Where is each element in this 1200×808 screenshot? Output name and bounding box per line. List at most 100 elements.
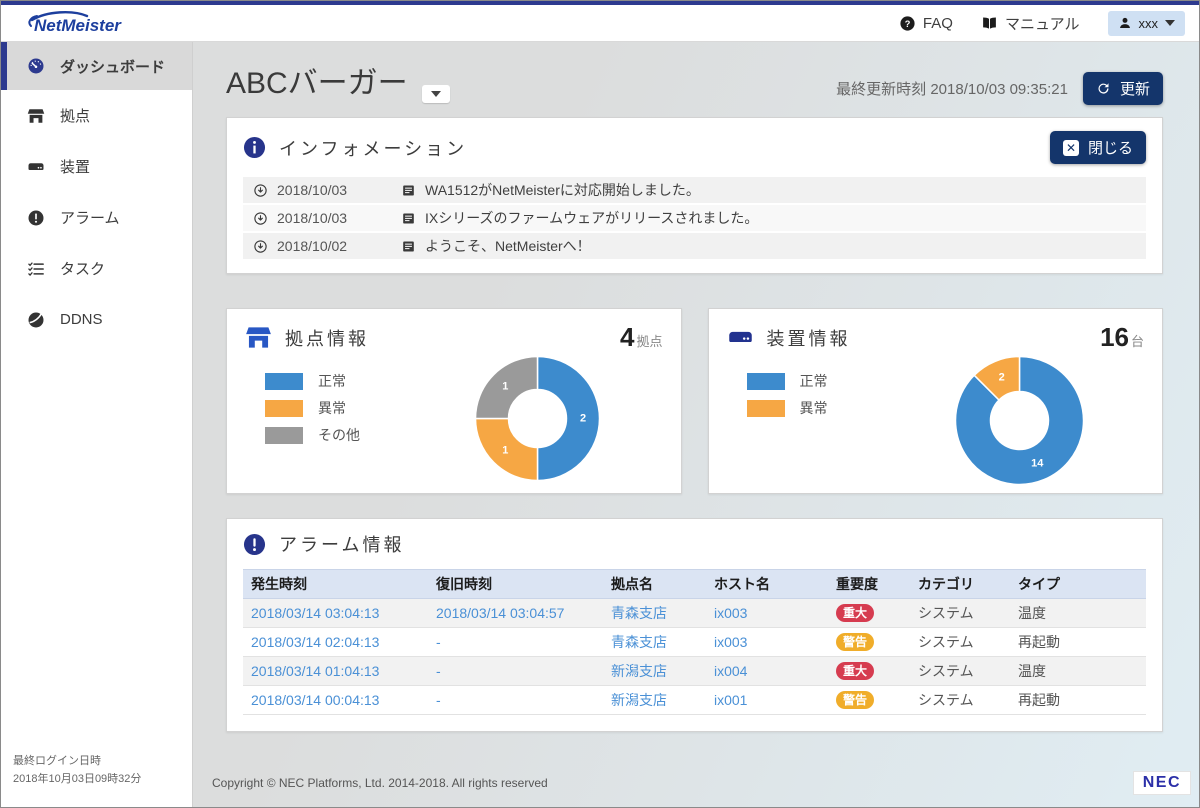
faq-label: FAQ	[923, 15, 953, 32]
manual-label: マニュアル	[1005, 13, 1080, 34]
legend-swatch	[265, 400, 303, 417]
host-name-link[interactable]: ix003	[714, 605, 747, 621]
alarm-title: アラーム情報	[279, 531, 404, 557]
device-icon	[27, 158, 45, 176]
memo-icon	[401, 239, 416, 254]
legend-item: 異常	[747, 398, 895, 418]
sidebar-item-label: アラーム	[60, 207, 120, 228]
last-update-label: 最終更新時刻	[836, 81, 926, 98]
occurred-time-link[interactable]: 2018/03/14 03:04:13	[251, 605, 379, 621]
occurred-time-link[interactable]: 2018/03/14 01:04:13	[251, 663, 379, 679]
alarm-cell: 2018/03/14 03:04:13	[243, 599, 428, 628]
recovered-time-link[interactable]: -	[436, 663, 441, 679]
sidebar-item-ダッシュボード[interactable]: ダッシュボード	[1, 42, 192, 90]
logo-text: NetMeister	[34, 16, 122, 35]
severity-badge: 警告	[836, 691, 874, 709]
book-icon	[981, 15, 998, 32]
manual-link[interactable]: マニュアル	[981, 13, 1080, 34]
sidebar-item-装置[interactable]: 装置	[1, 141, 192, 192]
close-label: 閉じる	[1088, 137, 1133, 158]
recovered-time-link[interactable]: 2018/03/14 03:04:57	[436, 605, 564, 621]
occurred-time-link[interactable]: 2018/03/14 00:04:13	[251, 692, 379, 708]
site-name-link[interactable]: 青森支店	[611, 605, 667, 621]
sidebar-item-DDNS[interactable]: DDNS	[1, 294, 192, 345]
alarm-cell: -	[428, 657, 603, 686]
sidebar-item-label: 装置	[60, 156, 90, 177]
recovered-time-link[interactable]: -	[436, 634, 441, 650]
alarm-cell: 2018/03/14 01:04:13	[243, 657, 428, 686]
host-name-link[interactable]: ix001	[714, 692, 747, 708]
information-title: インフォメーション	[279, 135, 467, 161]
nec-logo: NEC	[1133, 771, 1191, 795]
site-name-link[interactable]: 青森支店	[611, 634, 667, 650]
donut-value-label: 1	[503, 380, 509, 392]
close-information-button[interactable]: ✕ 閉じる	[1050, 131, 1146, 164]
severity-badge: 警告	[836, 633, 874, 651]
device-icon	[727, 324, 754, 351]
legend-item: その他	[265, 425, 413, 445]
information-item: 2018/10/03WA1512がNetMeisterに対応開始しました。	[243, 177, 1146, 203]
refresh-button[interactable]: 更新	[1083, 72, 1163, 105]
store-icon	[27, 107, 45, 125]
total-count-unit: 拠点	[636, 331, 662, 350]
legend-label: その他	[318, 425, 360, 445]
memo-icon	[401, 183, 416, 198]
netmeister-logo[interactable]: NetMeister	[25, 10, 175, 37]
alarm-cell: 重大	[828, 657, 910, 686]
release-circle-icon	[253, 183, 268, 198]
close-icon: ✕	[1063, 140, 1079, 156]
alarm-cell: -	[428, 686, 603, 715]
total-count-value: 4	[620, 322, 634, 353]
donut-value-label: 2	[998, 372, 1004, 384]
user-icon	[1118, 16, 1132, 30]
alarm-cell: システム	[910, 599, 1010, 628]
alarm-cell: 温度	[1010, 599, 1146, 628]
refresh-label: 更新	[1120, 78, 1150, 99]
donut-value-label: 14	[1031, 457, 1044, 469]
chevron-down-icon	[431, 91, 441, 97]
information-date: 2018/10/02	[277, 238, 347, 254]
header-nav: ? FAQ マニュアル xxx	[899, 11, 1185, 36]
sidebar-item-タスク[interactable]: タスク	[1, 243, 192, 294]
host-name-link[interactable]: ix003	[714, 634, 747, 650]
legend-swatch	[265, 373, 303, 390]
category-cell: システム	[918, 692, 974, 708]
site-name-link[interactable]: 新潟支店	[611, 663, 667, 679]
category-cell: システム	[918, 605, 974, 621]
legend-label: 正常	[318, 371, 346, 391]
information-date: 2018/10/03	[277, 182, 347, 198]
last-update-time: 最終更新時刻 2018/10/03 09:35:21	[836, 78, 1068, 99]
occurred-time-link[interactable]: 2018/03/14 02:04:13	[251, 634, 379, 650]
information-text: IXシリーズのファームウェアがリリースされました。	[425, 208, 758, 228]
alarm-cell: 2018/03/14 03:04:57	[428, 599, 603, 628]
category-cell: システム	[918, 663, 974, 679]
severity-badge: 重大	[836, 604, 874, 622]
chart-panel-title: 装置情報	[767, 325, 851, 351]
legend-label: 正常	[800, 371, 828, 391]
tasks-icon	[27, 260, 45, 278]
sidebar-item-label: DDNS	[60, 311, 103, 328]
host-name-link[interactable]: ix004	[714, 663, 747, 679]
category-cell: システム	[918, 634, 974, 650]
faq-link[interactable]: ? FAQ	[899, 15, 953, 32]
information-list: 2018/10/03WA1512がNetMeisterに対応開始しました。201…	[243, 177, 1146, 259]
alarm-column-header: ホスト名	[706, 570, 828, 599]
memo-icon	[401, 211, 416, 226]
release-circle-icon	[253, 239, 268, 254]
sidebar: ダッシュボード拠点装置アラームタスクDDNS 最終ログイン日時 2018年10月…	[1, 42, 193, 807]
app-header: NetMeister ? FAQ マニュアル xxx	[1, 5, 1199, 42]
sidebar-item-拠点[interactable]: 拠点	[1, 90, 192, 141]
sidebar-item-アラーム[interactable]: アラーム	[1, 192, 192, 243]
alarm-column-header: 重要度	[828, 570, 910, 599]
site-name-link[interactable]: 新潟支店	[611, 692, 667, 708]
alarm-column-header: タイプ	[1010, 570, 1146, 599]
legend-item: 正常	[265, 371, 413, 391]
alarm-cell: 2018/03/14 00:04:13	[243, 686, 428, 715]
information-date: 2018/10/03	[277, 210, 347, 226]
recovered-time-link[interactable]: -	[436, 692, 441, 708]
legend-item: 正常	[747, 371, 895, 391]
last-login-label: 最終ログイン日時	[13, 752, 180, 771]
last-update-value: 2018/10/03 09:35:21	[930, 81, 1068, 98]
group-select-button[interactable]	[422, 85, 450, 103]
user-menu-button[interactable]: xxx	[1108, 11, 1186, 36]
